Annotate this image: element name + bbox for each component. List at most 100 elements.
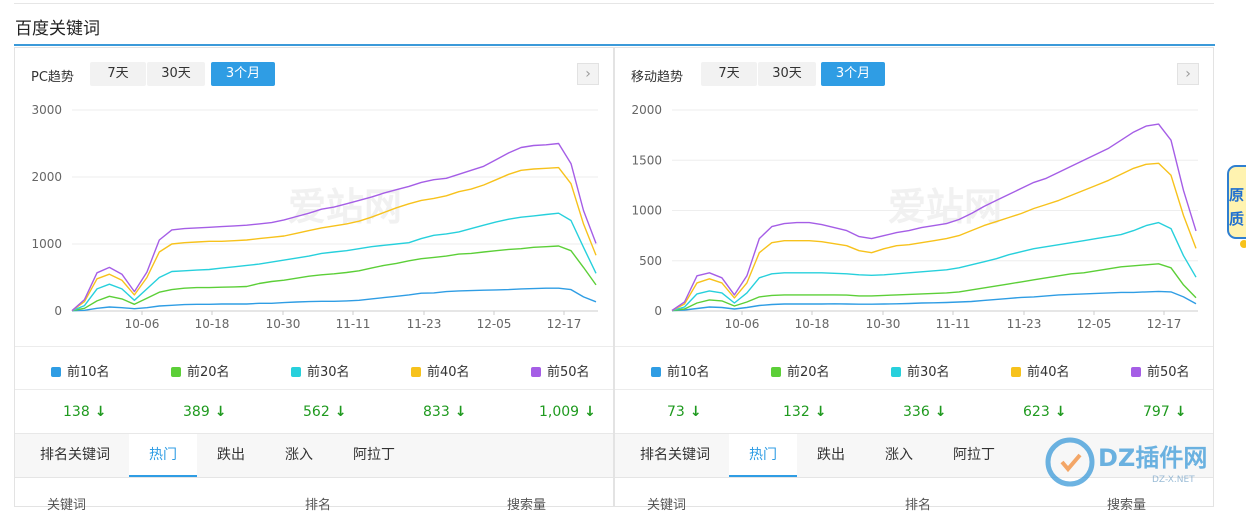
range-30d-button[interactable]: 30天 (758, 62, 816, 86)
arrow-down-icon: ↓ (1174, 404, 1187, 420)
tab-ranked-keywords[interactable]: 排名关键词 (625, 434, 725, 477)
x-tick-label: 11-23 (407, 317, 442, 331)
arrow-down-icon: ↓ (689, 404, 702, 420)
x-tick-label: 11-11 (336, 317, 371, 331)
column-rank: 排名 (305, 498, 332, 513)
value-top50: 1,009 ↓ (539, 404, 596, 420)
legend-top10[interactable]: 前10名 (51, 361, 110, 380)
value-text: 336 (903, 404, 930, 420)
y-tick-label: 1500 (631, 153, 662, 167)
legend-top30[interactable]: 前30名 (291, 361, 350, 380)
y-tick-label: 2000 (31, 170, 62, 184)
y-tick-label: 2000 (631, 103, 662, 117)
value-text: 562 (303, 404, 330, 420)
arrow-down-icon: ↓ (814, 404, 827, 420)
side-badge-text-2: 质 (1229, 210, 1244, 228)
range-30d-button[interactable]: 30天 (147, 62, 205, 86)
range-7d-button[interactable]: 7天 (90, 62, 146, 86)
value-top20: 389 ↓ (183, 404, 226, 420)
legend-top20[interactable]: 前20名 (771, 361, 830, 380)
column-search-volume: 搜索量 (507, 498, 547, 513)
range-7d-button[interactable]: 7天 (701, 62, 757, 86)
legend-label: 前10名 (67, 365, 110, 380)
legend-top10[interactable]: 前10名 (651, 361, 710, 380)
value-top40: 623 ↓ (1023, 404, 1066, 420)
y-tick-label: 0 (654, 304, 662, 318)
arrow-down-icon: ↓ (454, 404, 467, 420)
legend-label: 前30名 (907, 365, 950, 380)
pc-trend-panel: PC趋势 7天 30天 3个月 › 0 1000 2000 3000 爱站网 10-06 1… (14, 47, 614, 513)
x-tick-label: 10-06 (125, 317, 160, 331)
section-title-underline (14, 44, 1215, 46)
chevron-right-icon[interactable]: › (577, 63, 599, 85)
x-tick-label: 12-05 (477, 317, 512, 331)
x-tick-label: 10-30 (266, 317, 301, 331)
chart-watermark: 爱站网 (888, 185, 1002, 229)
arrow-down-icon: ↓ (1054, 404, 1067, 420)
arrow-down-icon: ↓ (94, 404, 107, 420)
legend-top50[interactable]: 前50名 (1131, 361, 1190, 380)
chart-svg: 0 500 1000 1500 2000 爱站网 10-06 10-18 10-30 11-11 1… (631, 103, 1198, 331)
tab-aladdin[interactable]: 阿拉丁 (937, 434, 1011, 477)
tab-gained[interactable]: 涨入 (867, 434, 931, 477)
legend-label: 前40名 (1027, 365, 1070, 380)
value-top50: 797 ↓ (1143, 404, 1186, 420)
x-tick-label: 11-11 (936, 317, 971, 331)
legend-swatch (411, 367, 421, 377)
tab-gained[interactable]: 涨入 (267, 434, 331, 477)
legend-label: 前30名 (307, 365, 350, 380)
range-3m-button[interactable]: 3个月 (211, 62, 275, 86)
arrow-down-icon: ↓ (584, 404, 596, 420)
panel-header: PC趋势 7天 30天 3个月 › (15, 48, 613, 100)
legend-top30[interactable]: 前30名 (891, 361, 950, 380)
tab-dropped[interactable]: 跌出 (199, 434, 263, 477)
legend-swatch (1131, 367, 1141, 377)
legend-swatch (771, 367, 781, 377)
top-table-edge (14, 0, 1214, 4)
legend-top50[interactable]: 前50名 (531, 361, 590, 380)
legend-label: 前50名 (1147, 365, 1190, 380)
keyword-tabs: 排名关键词 热门 跌出 涨入 阿拉丁 (15, 434, 613, 478)
legend-swatch (891, 367, 901, 377)
x-tick-label: 12-05 (1077, 317, 1112, 331)
arrow-down-icon: ↓ (934, 404, 947, 420)
tab-hot[interactable]: 热门 (129, 434, 197, 477)
value-text: 623 (1023, 404, 1050, 420)
value-top20: 132 ↓ (783, 404, 826, 420)
tab-ranked-keywords[interactable]: 排名关键词 (25, 434, 125, 477)
trend-label: 移动趋势 (631, 70, 684, 85)
legend-label: 前20名 (787, 365, 830, 380)
value-text: 797 (1143, 404, 1170, 420)
panel-header: 移动趋势 7天 30天 3个月 › (615, 48, 1213, 100)
tab-dropped[interactable]: 跌出 (799, 434, 863, 477)
y-tick-label: 1000 (631, 204, 662, 218)
y-tick-label: 500 (639, 254, 662, 268)
legend-swatch (291, 367, 301, 377)
value-text: 73 (667, 404, 685, 420)
chevron-right-icon[interactable]: › (1177, 63, 1199, 85)
tab-hot[interactable]: 热门 (729, 434, 797, 477)
legend-top40[interactable]: 前40名 (1011, 361, 1070, 380)
legend-swatch (1011, 367, 1021, 377)
floating-side-badge[interactable]: 原 质 (1226, 160, 1246, 250)
range-3m-button[interactable]: 3个月 (821, 62, 885, 86)
legend-label: 前40名 (427, 365, 470, 380)
x-tick-label: 10-18 (195, 317, 230, 331)
x-tick-label: 11-23 (1007, 317, 1042, 331)
watermark-graphic: DZ插件网 DZ-X.NET (1045, 437, 1207, 487)
trend-label: PC趋势 (31, 70, 74, 85)
y-tick-label: 1000 (31, 237, 62, 251)
value-text: 389 (183, 404, 210, 420)
trend-chart: 0 1000 2000 3000 爱站网 10-06 10-18 10-30 11-11 11-2… (15, 100, 613, 346)
value-top40: 833 ↓ (423, 404, 466, 420)
legend-swatch (651, 367, 661, 377)
series-line-1 (71, 287, 597, 312)
tab-aladdin[interactable]: 阿拉丁 (337, 434, 411, 477)
value-top30: 562 ↓ (303, 404, 346, 420)
legend-top40[interactable]: 前40名 (411, 361, 470, 380)
legend-top20[interactable]: 前20名 (171, 361, 230, 380)
dz-plugin-watermark[interactable]: DZ插件网 DZ-X.NET (1040, 432, 1240, 492)
value-row: 73 ↓ 132 ↓ 336 ↓ 623 ↓ 797 ↓ (615, 390, 1213, 434)
x-tick-label: 12-17 (547, 317, 582, 331)
column-search-volume: 搜索量 (1107, 498, 1147, 513)
